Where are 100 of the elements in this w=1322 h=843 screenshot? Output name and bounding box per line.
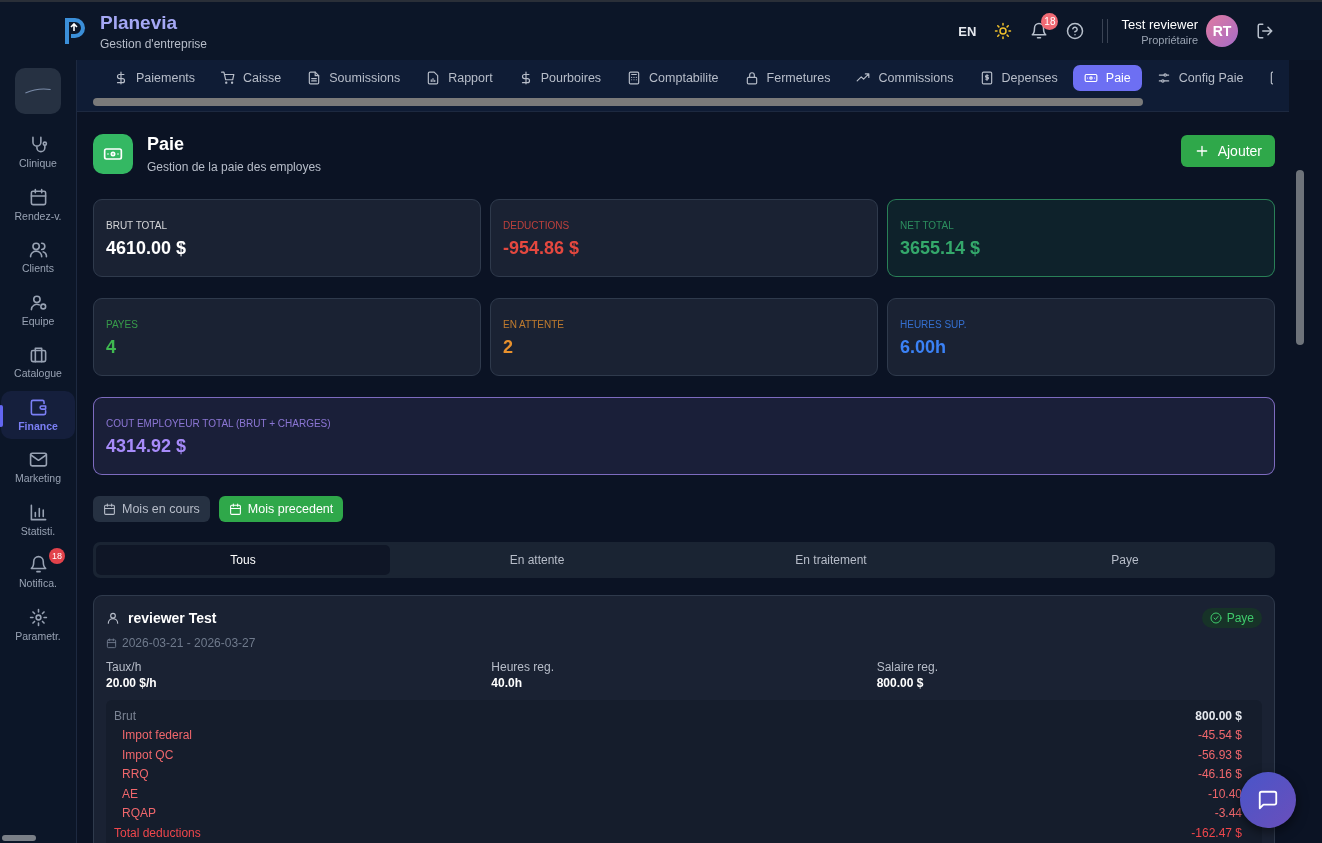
tab[interactable]: Comptabilite [616, 65, 730, 91]
stat-label: DEDUCTIONS [503, 220, 571, 231]
scrollbar-thumb[interactable] [1296, 170, 1304, 345]
lock-icon [744, 71, 759, 85]
document-icon [307, 71, 322, 85]
gear-icon [28, 607, 48, 627]
scrollbar-thumb[interactable] [2, 835, 36, 841]
stat-value: 4314.92 $ [106, 436, 188, 457]
users-icon [28, 240, 48, 259]
sliders-icon [1156, 71, 1171, 85]
calendar-icon [103, 502, 116, 516]
sidebar-item[interactable]: Rendez-v. [1, 180, 75, 229]
tab[interactable]: Soumissions [296, 65, 412, 91]
logout-icon [1256, 22, 1274, 40]
stat-value: 6.00h [900, 337, 948, 358]
tab[interactable]: Paiements [103, 65, 207, 91]
line-label: RQAP [122, 806, 156, 821]
logout-button[interactable] [1256, 22, 1274, 40]
line-amount: -10.40 [1207, 786, 1242, 801]
field-label: Salaire reg. [876, 660, 940, 674]
logo-icon [62, 16, 86, 46]
line-amount: -3.44 [1214, 806, 1242, 821]
sidebar-item[interactable]: Clients [1, 233, 75, 281]
theme-button[interactable] [994, 22, 1013, 40]
employee-name: reviewer Test [128, 610, 217, 626]
tab[interactable]: Caisse [210, 65, 293, 91]
filter-tab[interactable]: En attente [390, 545, 684, 575]
line-amount: -45.54 $ [1197, 728, 1242, 743]
line-label: Impot federal [122, 728, 193, 743]
page-subtitle: Gestion de la paie des employes [147, 160, 322, 174]
filter-tab[interactable]: En traitement [684, 545, 978, 575]
calculator-icon [627, 71, 642, 85]
stat-value: 2 [503, 337, 514, 358]
stat-value: 4 [106, 337, 117, 358]
stat-label: BRUT TOTAL [106, 220, 168, 231]
line-label: Total deductions [114, 825, 201, 840]
calendar-icon [228, 502, 242, 516]
line-amount: -46.16 $ [1197, 767, 1242, 782]
report-icon [426, 71, 441, 85]
line-label: Impot QC [122, 747, 174, 762]
sidebar-item[interactable]: Parametr. [1, 600, 75, 649]
stat-label: HEURES SUP. [900, 319, 968, 330]
sidebar-item[interactable]: Catalogue [1, 338, 75, 386]
field-label: Heures reg. [491, 660, 556, 674]
dollar-icon [114, 71, 128, 85]
notification-count: 18 [1041, 13, 1059, 30]
filter-tab[interactable]: Tous [96, 545, 390, 575]
sun-icon [994, 22, 1013, 40]
user-icon [106, 611, 120, 625]
line-label: RRQ [122, 767, 149, 782]
mail-icon [28, 450, 48, 469]
tab[interactable]: Paie [1072, 65, 1142, 91]
tab[interactable]: Pourboires [507, 65, 613, 91]
briefcase-icon [28, 345, 48, 364]
stat-value: -954.86 $ [503, 238, 581, 259]
help-button[interactable] [1066, 22, 1085, 40]
page-title: Paie [147, 134, 186, 155]
user-gear-icon [28, 292, 48, 312]
notification-count: 18 [49, 548, 65, 564]
bell-icon [28, 555, 48, 574]
field-value: 40.0h [491, 676, 523, 690]
sidebar-item[interactable]: Statisti. [1, 495, 75, 544]
user-role: Propriétaire [1141, 33, 1198, 46]
period-button[interactable]: Mois en cours [93, 496, 210, 522]
user-name: Test reviewer [1121, 16, 1198, 32]
cart-icon [221, 71, 236, 85]
pay-period: 2026-03-21 - 2026-03-27 [122, 636, 256, 650]
chat-button[interactable] [1240, 772, 1296, 828]
sidebar-item[interactable]: Finance [1, 390, 75, 439]
tab[interactable]: Depenses [968, 65, 1069, 91]
calendar-icon [106, 637, 117, 649]
tab[interactable]: Rapport [415, 65, 504, 91]
line-amount: 800.00 $ [1195, 708, 1242, 723]
line-label: AE [122, 786, 138, 801]
tab[interactable]: Config Paie [1145, 65, 1255, 91]
line-amount: -56.93 $ [1197, 747, 1242, 762]
banknote-icon [1083, 71, 1098, 85]
help-icon [1066, 22, 1085, 40]
sidebar-item[interactable]: Notifica. 18 [1, 548, 75, 596]
sidebar-item[interactable]: Marketing [1, 443, 75, 491]
stat-label: NET TOTAL [900, 220, 955, 231]
filter-tab[interactable]: Paye [978, 545, 1272, 575]
calendar-icon [28, 187, 48, 207]
field-label: Taux/h [106, 660, 143, 674]
app-name: Planevia [100, 11, 179, 34]
chat-icon [1257, 789, 1279, 811]
language-button[interactable]: EN [958, 23, 977, 39]
status-badge: Paye [1201, 608, 1262, 628]
check-circle-icon [1209, 612, 1222, 624]
stat-value: 3655.14 $ [900, 238, 982, 259]
scrollbar-thumb[interactable] [93, 98, 1143, 106]
sidebar-item[interactable]: Equipe [1, 285, 75, 334]
stat-label: COUT EMPLOYEUR TOTAL (BRUT + CHARGES) [106, 418, 332, 429]
sidebar-item[interactable]: Clinique [1, 128, 75, 176]
tab[interactable]: Commissions [845, 65, 965, 91]
wallet-icon [28, 397, 48, 417]
app-subtitle: Gestion d'entreprise [100, 36, 207, 51]
bar-chart-icon [28, 502, 48, 522]
line-label: Brut [114, 708, 136, 723]
tab[interactable]: Fermetures [733, 65, 842, 91]
